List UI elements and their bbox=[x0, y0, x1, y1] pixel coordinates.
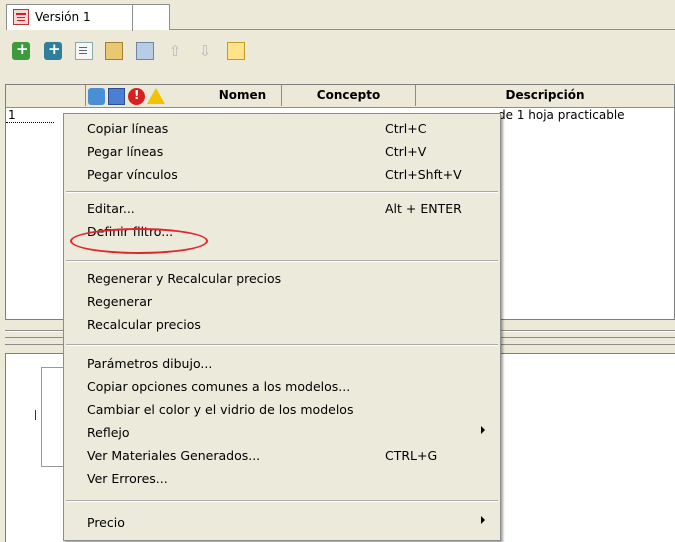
document-red-icon bbox=[13, 9, 29, 25]
menu-item-label: Recalcular precios bbox=[87, 317, 201, 332]
menu-item-label: Regenerar bbox=[87, 294, 152, 309]
add-line-icon[interactable] bbox=[12, 40, 30, 60]
row-description: de 1 hoja practicable bbox=[498, 108, 625, 122]
menu-item-regenerar-recalcular[interactable]: Regenerar y Recalcular precios bbox=[64, 268, 500, 289]
row-focus-outline bbox=[6, 122, 54, 123]
menu-item-label: Reflejo bbox=[87, 425, 130, 440]
move-up-arrow-icon[interactable]: ⇧ bbox=[166, 42, 184, 60]
window-drawing bbox=[41, 367, 63, 467]
menu-item-copiar-opciones[interactable]: Copiar opciones comunes a los modelos... bbox=[64, 376, 500, 397]
book-icon bbox=[108, 88, 125, 105]
filter-icon[interactable] bbox=[227, 42, 245, 60]
menu-item-cambiar-color[interactable]: Cambiar el color y el vidrio de los mode… bbox=[64, 399, 500, 420]
add-line-alt-icon[interactable] bbox=[44, 40, 62, 60]
menu-item-label: Pegar vínculos bbox=[87, 167, 178, 182]
menu-item-label: Precio bbox=[87, 515, 125, 530]
menu-item-shortcut: CTRL+G bbox=[385, 448, 438, 463]
header-row-number bbox=[6, 85, 86, 106]
menu-item-ver-materiales[interactable]: Ver Materiales Generados... CTRL+G bbox=[64, 445, 500, 466]
menu-item-ver-errores[interactable]: Ver Errores... bbox=[64, 468, 500, 489]
row-number: 1 bbox=[8, 108, 16, 122]
model-icon bbox=[88, 88, 105, 105]
submenu-arrow-icon bbox=[481, 516, 485, 524]
menu-item-shortcut: Ctrl+V bbox=[385, 144, 427, 159]
menu-item-precio[interactable]: Precio bbox=[64, 512, 500, 533]
tab-baseline bbox=[170, 29, 675, 30]
grid-header: Nomen Concepto Descripción bbox=[6, 85, 674, 108]
submenu-arrow-icon bbox=[481, 426, 485, 434]
menu-item-shortcut: Ctrl+C bbox=[385, 121, 427, 136]
menu-item-label: Ver Errores... bbox=[87, 471, 168, 486]
menu-item-label: Parámetros dibujo... bbox=[87, 356, 213, 371]
menu-separator bbox=[66, 344, 498, 346]
header-concepto[interactable]: Concepto bbox=[282, 85, 416, 106]
header-nomen[interactable]: Nomen bbox=[204, 85, 282, 106]
context-menu: Copiar líneas Ctrl+C Pegar líneas Ctrl+V… bbox=[63, 113, 501, 541]
menu-item-label: Copiar líneas bbox=[87, 121, 169, 136]
menu-item-label: Cambiar el color y el vidrio de los mode… bbox=[87, 402, 354, 417]
tab-version-1[interactable]: Versión 1 bbox=[6, 4, 170, 31]
drawing-handle bbox=[35, 410, 44, 420]
tab-label: Versión 1 bbox=[35, 10, 91, 24]
menu-separator bbox=[66, 500, 498, 502]
menu-separator bbox=[66, 260, 498, 262]
move-down-arrow-icon[interactable]: ⇩ bbox=[196, 42, 214, 60]
menu-item-label: Ver Materiales Generados... bbox=[87, 448, 261, 463]
menu-item-shortcut: Ctrl+Shft+V bbox=[385, 167, 462, 182]
menu-item-label: Pegar líneas bbox=[87, 144, 164, 159]
menu-item-editar[interactable]: Editar... Alt + ENTER bbox=[64, 198, 500, 219]
menu-item-pegar-vinculos[interactable]: Pegar vínculos Ctrl+Shft+V bbox=[64, 164, 500, 185]
menu-item-regenerar[interactable]: Regenerar bbox=[64, 291, 500, 312]
menu-item-parametros-dibujo[interactable]: Parámetros dibujo... bbox=[64, 353, 500, 374]
menu-item-recalcular-precios[interactable]: Recalcular precios bbox=[64, 314, 500, 335]
menu-item-shortcut: Alt + ENTER bbox=[385, 201, 462, 216]
menu-item-label: Copiar opciones comunes a los modelos... bbox=[87, 379, 351, 394]
menu-item-reflejo[interactable]: Reflejo bbox=[64, 422, 500, 443]
menu-item-pegar-lineas[interactable]: Pegar líneas Ctrl+V bbox=[64, 141, 500, 162]
menu-separator bbox=[66, 191, 498, 193]
highlight-ellipse bbox=[70, 228, 208, 254]
tab-strip: Versión 1 bbox=[0, 0, 675, 31]
copy-document-icon[interactable] bbox=[75, 42, 93, 60]
menu-item-copiar-lineas[interactable]: Copiar líneas Ctrl+C bbox=[64, 118, 500, 139]
menu-item-label: Regenerar y Recalcular precios bbox=[87, 271, 282, 286]
tab-divider bbox=[132, 5, 133, 31]
warning-icon bbox=[147, 88, 165, 104]
toolbar: ⇧ ⇩ bbox=[0, 36, 675, 64]
paste-link-icon[interactable] bbox=[136, 42, 154, 60]
header-descripcion[interactable]: Descripción bbox=[416, 85, 674, 106]
paste-icon[interactable] bbox=[105, 42, 123, 60]
error-icon bbox=[128, 88, 145, 105]
menu-item-label: Editar... bbox=[87, 201, 135, 216]
